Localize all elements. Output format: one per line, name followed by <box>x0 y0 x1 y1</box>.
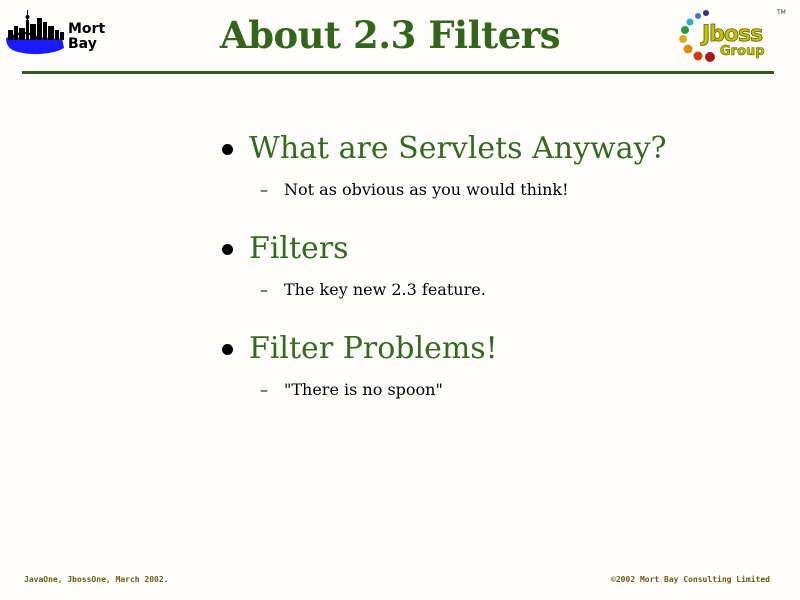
bullet-dot-icon <box>222 144 233 155</box>
trademark-mark: TM <box>777 9 786 16</box>
group-wordmark: Group <box>720 44 765 59</box>
footer-copyright: ©2002 Mort Bay Consulting Limited <box>611 575 770 584</box>
bullet-dot-icon <box>222 344 233 355</box>
footer-left-text: JavaOne, JbossOne, March 2002. <box>24 575 169 584</box>
sub-bullet: – "There is no spoon" <box>260 380 443 400</box>
bullet-item: What are Servlets Anyway? – Not as obviou… <box>220 130 780 230</box>
dash-marker: – <box>260 280 268 299</box>
slide: Mort Bay About 2.3 Filters Jboss Group T… <box>0 0 800 600</box>
bullet-item: Filter Problems! – "There is no spoon" <box>220 330 780 430</box>
bullet-list: What are Servlets Anyway? – Not as obviou… <box>220 130 780 430</box>
bullet-text: What are Servlets Anyway? <box>249 131 667 166</box>
bullet-text: Filters <box>249 231 349 266</box>
sub-bullet: – The key new 2.3 feature. <box>260 280 486 300</box>
bullet-dot-icon <box>222 244 233 255</box>
jboss-dots-icon: Jboss Group <box>679 10 765 62</box>
sub-bullet-text: "There is no spoon" <box>284 380 443 399</box>
sub-bullet-text: The key new 2.3 feature. <box>284 280 486 299</box>
slide-title: About 2.3 Filters <box>219 13 561 57</box>
jboss-group-logo: Jboss Group TM <box>676 8 786 64</box>
dash-marker: – <box>260 180 268 199</box>
bullet-item: Filters – The key new 2.3 feature. <box>220 230 780 330</box>
bullet-text: Filter Problems! <box>249 331 498 366</box>
dash-marker: – <box>260 380 268 399</box>
sub-bullet: – Not as obvious as you would think! <box>260 180 569 200</box>
title-divider <box>22 71 774 74</box>
sub-bullet-text: Not as obvious as you would think! <box>284 180 569 199</box>
